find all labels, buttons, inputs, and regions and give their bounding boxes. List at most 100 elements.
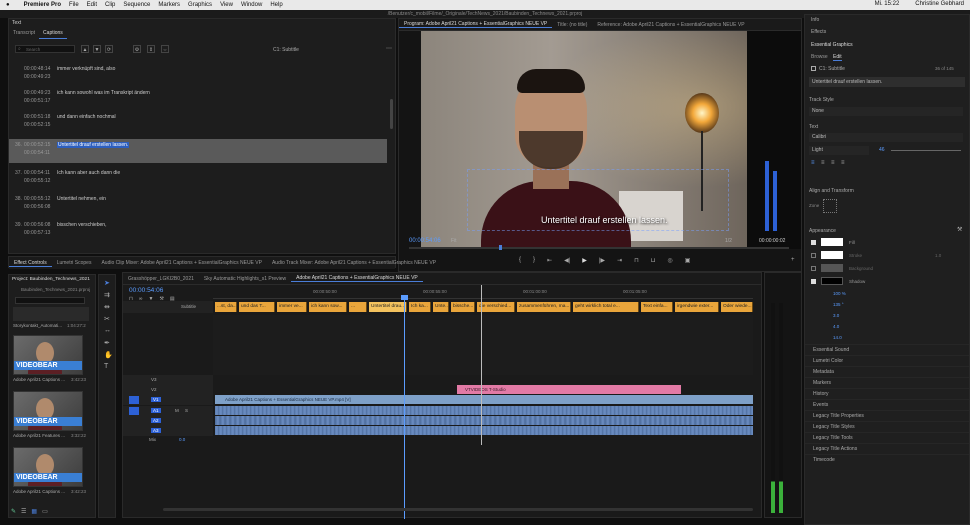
track-header-v2[interactable]: V2	[123, 385, 213, 395]
more-icon[interactable]: ⋯	[385, 45, 393, 53]
type-tool-icon[interactable]: T	[104, 363, 108, 370]
subtitle-clip[interactable]: Unte...	[433, 302, 449, 312]
track-header-v3[interactable]: V3	[123, 375, 213, 385]
timeline-zoom-scrollbar[interactable]	[163, 508, 753, 511]
caption-text[interactable]: ich kann sowohl was im Transkript ändern	[57, 90, 150, 96]
subtitle-track-header[interactable]: Subtitle	[123, 301, 213, 313]
add-button-icon[interactable]: +	[791, 257, 795, 263]
tab-effect-controls[interactable]: Effect Controls	[9, 260, 52, 267]
track-style-dropdown[interactable]: None	[809, 107, 963, 116]
pencil-icon[interactable]: ✎	[11, 508, 16, 515]
project-title[interactable]: Project: Baubinden_Technews_2021	[12, 277, 90, 282]
events-item[interactable]: Events	[805, 399, 969, 410]
scrollbar[interactable]	[390, 99, 393, 129]
menu-file[interactable]: File	[69, 2, 79, 8]
step-forward-icon[interactable]: |▶	[599, 257, 605, 264]
stroke-width[interactable]: 1.0	[935, 253, 941, 258]
shadow-blur[interactable]: 14.0	[833, 335, 842, 340]
icon-view-icon[interactable]: ▦	[31, 508, 37, 515]
caption-row[interactable]: 39. 00:00:56:08 00:00:57:13 bisschen ver…	[9, 219, 387, 243]
apple-icon[interactable]: ●	[6, 2, 10, 8]
user-name[interactable]: Christine Gebhard	[915, 1, 964, 7]
menu-graphics[interactable]: Graphics	[188, 2, 212, 8]
playhead-scrubber[interactable]	[409, 247, 789, 249]
legacy-title-styles-item[interactable]: Legacy Title Styles	[805, 421, 969, 432]
subtitle-clip-selected[interactable]: Untertitel drau...	[369, 302, 407, 312]
timecode-item[interactable]: Timecode	[805, 454, 969, 465]
caption-row[interactable]: 37. 00:00:54:11 00:00:55:12 Ich kann abe…	[9, 167, 387, 191]
track-header-a2[interactable]: A2	[123, 416, 213, 426]
clip-thumbnail[interactable]: VIDEOBEAR	[13, 391, 83, 431]
shadow-distance[interactable]: 3.0	[833, 313, 839, 318]
legacy-title-properties-item[interactable]: Legacy Title Properties	[805, 410, 969, 421]
legacy-title-actions-item[interactable]: Legacy Title Actions	[805, 443, 969, 454]
clip-thumbnail[interactable]: VIDEOBEAR	[13, 335, 83, 375]
zone-grid-icon[interactable]	[823, 199, 837, 213]
menu-clip[interactable]: Clip	[105, 2, 115, 8]
tab-audio-clip-mixer[interactable]: Audio Clip Mixer: Adobe April21 Captions…	[96, 260, 267, 266]
resolution-dropdown[interactable]: 1/2	[725, 238, 732, 244]
track-header-a3[interactable]: A3	[123, 426, 213, 436]
app-menu[interactable]: Premiere Pro	[24, 2, 61, 8]
caption-text[interactable]: immer verknüpft sind, also	[57, 66, 115, 72]
info-tab[interactable]: Info	[811, 17, 819, 23]
track-header-a1[interactable]: A1 M S	[123, 406, 213, 416]
video-clip[interactable]: Adobe April21 Captions + EssentialGraphi…	[215, 395, 753, 404]
program-timecode[interactable]: 00:00:54:06	[409, 238, 441, 244]
mute-button[interactable]: M	[175, 408, 179, 413]
tab-transcript[interactable]: Transcript	[9, 28, 39, 39]
timeline-timecode[interactable]: 00:00:54:06	[129, 287, 163, 294]
shadow-size[interactable]: 4.0	[833, 324, 839, 329]
subtitle-clip[interactable]: geht wirklich total e...	[573, 302, 639, 312]
align-right-icon[interactable]: ≡	[831, 160, 835, 166]
solo-button[interactable]: S	[185, 408, 188, 413]
caption-text[interactable]: Untertitel nehmen, ein	[57, 196, 106, 202]
caption-row[interactable]: 00:00:51:18 00:00:52:15 und dann einfach…	[9, 111, 387, 135]
eg-caption-field[interactable]: Untertitel drauf erstellen lassen.	[809, 77, 965, 87]
play-icon[interactable]: ▶	[582, 257, 587, 264]
tab-browse[interactable]: Browse	[811, 54, 828, 60]
fill-swatch[interactable]	[821, 238, 843, 246]
hand-tool-icon[interactable]: ✋	[104, 351, 113, 359]
fit-dropdown[interactable]: Fit	[451, 238, 457, 244]
replace-icon[interactable]: ⟳	[105, 45, 113, 53]
merge-icon[interactable]: ⇔	[161, 45, 169, 53]
shadow-angle[interactable]: 135 °	[833, 302, 844, 307]
tab-audio-track-mixer[interactable]: Audio Track Mixer: Adobe April21 Caption…	[267, 260, 441, 266]
tab-lumetri-scopes[interactable]: Lumetri Scopes	[52, 260, 97, 266]
lift-icon[interactable]: ⊓	[634, 257, 639, 264]
step-back-icon[interactable]: ◀|	[564, 257, 570, 264]
source-patch-a1[interactable]	[129, 407, 139, 415]
metadata-item[interactable]: Metadata	[805, 366, 969, 377]
align-center-icon[interactable]: ≡	[821, 160, 825, 166]
wrench-icon[interactable]: ⚒	[957, 226, 962, 233]
caption-row[interactable]: 00:00:49:23 00:00:51:17 ich kann sowohl …	[9, 87, 387, 111]
go-to-in-icon[interactable]: ⇤	[547, 257, 552, 264]
comparison-icon[interactable]: ▣	[685, 257, 691, 264]
tab-captions[interactable]: Captions	[39, 28, 67, 39]
razor-tool-icon[interactable]: ✂	[104, 315, 110, 323]
tab-sequence-active[interactable]: Adobe April21 Captions + EssentialGraphi…	[291, 275, 423, 282]
caption-row[interactable]: 38. 00:00:55:12 00:00:56:08 Untertitel n…	[9, 193, 387, 217]
ripple-edit-tool-icon[interactable]: ⇹	[104, 303, 110, 311]
split-icon[interactable]: ⇕	[147, 45, 155, 53]
shadow-checkbox[interactable]	[811, 279, 816, 284]
playhead-line[interactable]	[404, 295, 405, 519]
subtitle-clip[interactable]: immer ve...	[277, 302, 307, 312]
mix-value[interactable]: 0.0	[179, 437, 185, 442]
caption-text[interactable]: Untertitel drauf erstellen lassen.	[57, 142, 130, 148]
subtitle-clip[interactable]: irgendwie exter...	[675, 302, 719, 312]
timeline-ruler[interactable]: 00:00:50:00 00:00:55:00 00:01:00:00 00:0…	[213, 287, 753, 299]
project-item[interactable]	[13, 307, 89, 321]
prev-arrow-icon[interactable]: ▲	[81, 45, 89, 53]
pink-graphic-clip[interactable]: VTVIDEOS T-Studio	[457, 385, 681, 394]
legacy-title-tools-item[interactable]: Legacy Title Tools	[805, 432, 969, 443]
effects-tab[interactable]: Effects	[811, 29, 826, 35]
caption-text[interactable]: Ich kann aber auch dann die	[57, 170, 120, 176]
align-left-icon[interactable]: ≡	[811, 160, 815, 166]
subtitle-clip[interactable]: ich kann sow...	[309, 302, 347, 312]
tab-sequence-2[interactable]: Sky Automatic Highlights_s1 Preview	[199, 276, 291, 282]
subtitle-clip[interactable]: Ich ka...	[409, 302, 431, 312]
tab-reference[interactable]: Reference: Adobe April21 Captions + Esse…	[592, 22, 749, 28]
subtitle-clip[interactable]: ...	[349, 302, 367, 312]
